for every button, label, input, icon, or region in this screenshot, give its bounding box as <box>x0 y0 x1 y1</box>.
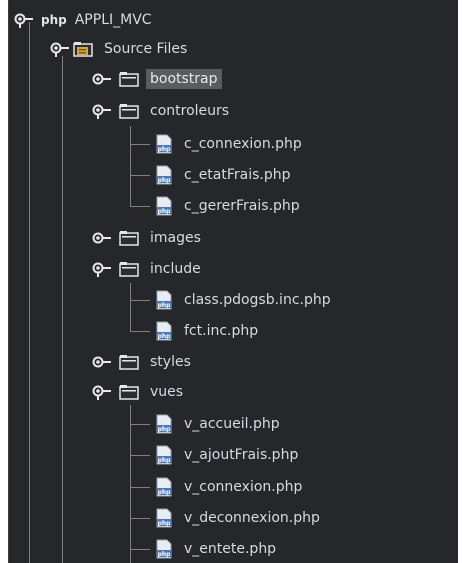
svg-text:php: php <box>158 177 172 184</box>
tree-line <box>130 424 150 425</box>
folder-label-styles: styles <box>150 354 191 370</box>
file-label: c_etatFrais.php <box>184 167 291 183</box>
source-files-label: Source Files <box>104 41 188 57</box>
svg-text:php: php <box>158 551 172 558</box>
file-item[interactable]: php c_connexion.php <box>155 132 306 156</box>
folder-label-controleurs: controleurs <box>150 103 230 119</box>
tree-line <box>29 22 30 563</box>
tree-line <box>130 144 150 145</box>
folder-icon <box>119 104 139 119</box>
tree-line <box>130 300 150 301</box>
php-file-icon: php <box>156 508 172 528</box>
php-file-icon: php <box>156 321 172 341</box>
tree-line <box>130 487 150 488</box>
file-label: c_connexion.php <box>184 136 302 152</box>
file-item[interactable]: php c_gererFrais.php <box>155 194 304 218</box>
tree-row-project[interactable]: php APPLI_MVC <box>9 8 152 32</box>
folder-icon <box>119 355 139 370</box>
php-file-icon: php <box>156 165 172 185</box>
file-label: v_accueil.php <box>184 416 280 432</box>
file-item[interactable]: php v_connexion.php <box>155 475 306 499</box>
php-file-icon: php <box>156 477 172 497</box>
svg-text:php: php <box>158 457 172 464</box>
file-item[interactable]: php fct.inc.php <box>155 319 262 343</box>
tree-row-vues[interactable]: vues <box>91 380 187 404</box>
file-label: fct.inc.php <box>184 323 259 339</box>
svg-text:php: php <box>158 146 172 153</box>
folder-icon <box>119 72 139 87</box>
file-item[interactable]: php v_entete.php <box>155 537 280 561</box>
expand-handle-icon[interactable] <box>13 12 35 28</box>
folder-icon <box>119 262 139 277</box>
file-label: v_ajoutFrais.php <box>184 447 299 463</box>
collapsed-handle-icon[interactable] <box>91 230 113 246</box>
tree-line <box>130 206 150 207</box>
folder-icon <box>119 231 139 246</box>
file-label: v_deconnexion.php <box>184 510 320 526</box>
tree-line <box>62 56 63 563</box>
php-project-icon: php <box>41 13 67 27</box>
file-item[interactable]: php v_accueil.php <box>155 412 284 436</box>
folder-label-include: include <box>150 261 201 277</box>
tree-line <box>130 405 131 563</box>
project-name: APPLI_MVC <box>74 12 152 28</box>
tree-line <box>130 518 150 519</box>
expand-handle-icon[interactable] <box>91 261 113 277</box>
php-file-icon: php <box>156 445 172 465</box>
php-file-icon: php <box>156 196 172 216</box>
svg-text:php: php <box>158 426 172 433</box>
tree-line <box>130 455 150 456</box>
php-file-icon: php <box>156 414 172 434</box>
tree-row-images[interactable]: images <box>91 226 205 250</box>
expand-handle-icon[interactable] <box>91 103 113 119</box>
svg-text:php: php <box>158 520 172 527</box>
file-label: v_connexion.php <box>184 479 303 495</box>
php-file-icon: php <box>156 134 172 154</box>
php-file-icon: php <box>156 539 172 559</box>
folder-label-images: images <box>150 230 201 246</box>
tree-row-styles[interactable]: styles <box>91 350 195 374</box>
tree-line <box>130 331 150 332</box>
expand-handle-icon[interactable] <box>91 384 113 400</box>
file-item[interactable]: php c_etatFrais.php <box>155 163 295 187</box>
tree-row-controleurs[interactable]: controleurs <box>91 99 233 123</box>
tree-line <box>130 175 150 176</box>
svg-text:php: php <box>158 208 172 215</box>
tree-row-bootstrap[interactable]: bootstrap <box>91 67 222 91</box>
folder-label-bootstrap: bootstrap <box>146 69 222 89</box>
tree-row-source-files[interactable]: Source Files <box>49 37 191 61</box>
file-item[interactable]: php v_deconnexion.php <box>155 506 324 530</box>
source-files-folder-icon <box>73 42 93 57</box>
folder-label-vues: vues <box>150 384 184 400</box>
collapsed-handle-icon[interactable] <box>91 71 113 87</box>
tree-line <box>130 283 131 331</box>
file-label: c_gererFrais.php <box>184 198 300 214</box>
file-item[interactable]: php v_ajoutFrais.php <box>155 443 302 467</box>
tree-line <box>130 549 150 550</box>
project-tree-panel: php APPLI_MVC Source Files bootstrap con… <box>8 0 458 563</box>
tree-line <box>130 126 131 206</box>
tree-row-include[interactable]: include <box>91 257 205 281</box>
svg-text:php: php <box>158 302 172 309</box>
file-label: v_entete.php <box>184 541 277 557</box>
expand-handle-icon[interactable] <box>49 41 71 57</box>
svg-text:php: php <box>158 489 172 496</box>
collapsed-handle-icon[interactable] <box>91 354 113 370</box>
folder-icon <box>119 385 139 400</box>
php-file-icon: php <box>156 290 172 310</box>
file-label: class.pdogsb.inc.php <box>184 292 331 308</box>
svg-text:php: php <box>158 333 172 340</box>
file-item[interactable]: php class.pdogsb.inc.php <box>155 288 335 312</box>
